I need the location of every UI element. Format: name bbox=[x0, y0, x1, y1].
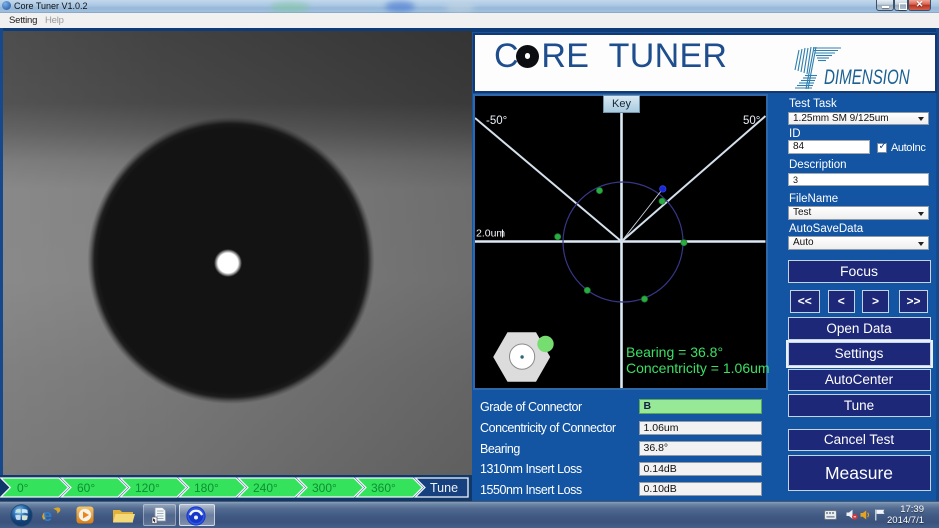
svg-text:Tune: Tune bbox=[430, 481, 458, 495]
svg-text:300°: 300° bbox=[312, 481, 337, 495]
svg-text:120°: 120° bbox=[135, 481, 160, 495]
svg-text:180°: 180° bbox=[194, 481, 219, 495]
svg-text:0°: 0° bbox=[17, 481, 29, 495]
svg-text:240°: 240° bbox=[253, 481, 278, 495]
svg-text:60°: 60° bbox=[77, 481, 95, 495]
svg-text:2.0um: 2.0um bbox=[476, 228, 505, 240]
svg-text:360°: 360° bbox=[371, 481, 396, 495]
